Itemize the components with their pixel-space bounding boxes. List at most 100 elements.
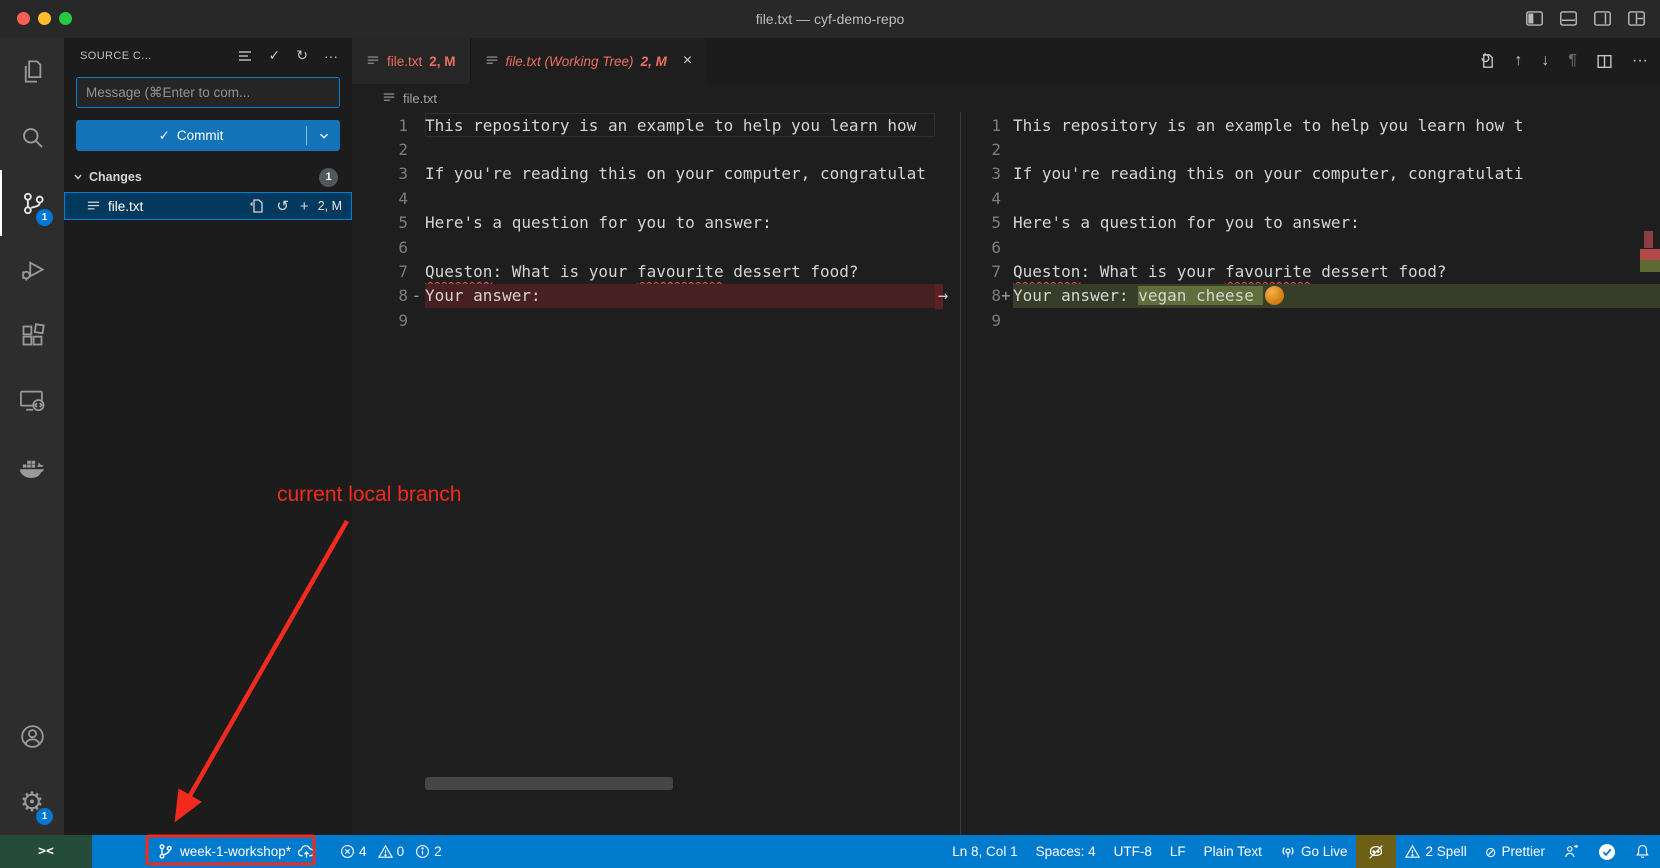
error-icon [340,844,355,859]
git-branch-icon [157,843,174,860]
code-line: 6 [352,235,935,259]
eol-sequence[interactable]: LF [1161,835,1195,868]
warning-icon [378,844,393,859]
tab-file-txt[interactable]: file.txt 2, M [352,38,471,84]
remote-indicator[interactable]: >< [0,835,92,868]
files-icon [19,58,46,85]
commit-dropdown-button[interactable] [307,120,340,151]
changes-section-header[interactable]: Changes 1 [64,165,352,189]
chevron-down-icon [70,169,86,185]
feedback[interactable] [1554,835,1589,868]
minimize-window-button[interactable] [38,12,51,25]
changed-file-name: file.txt [108,199,242,214]
branch-name: week-1-workshop* [180,844,291,859]
ruler-marker [1640,249,1660,260]
text-file-icon [86,199,101,214]
code-line: 1This repository is an example to help y… [352,113,935,137]
commit-button-label: Commit [177,128,224,143]
code-line: 3If you're reading this on your computer… [961,162,1660,186]
code-line: 4 [961,186,1660,210]
commit-button[interactable]: ✓ Commit [76,120,340,151]
maximize-window-button[interactable] [59,12,72,25]
diff-modified-pane[interactable]: 1This repository is an example to help y… [961,112,1660,835]
activity-settings[interactable]: ⚙ 1 [0,769,64,835]
breadcrumb[interactable]: file.txt [352,84,1660,112]
open-file-icon[interactable] [249,198,265,214]
formatter-prettier[interactable]: ⊘ Prettier [1476,835,1554,868]
activity-extensions[interactable] [0,302,64,368]
activity-explorer[interactable] [0,38,64,104]
copilot-disabled[interactable] [1356,835,1396,868]
indentation[interactable]: Spaces: 4 [1027,835,1105,868]
ruler-marker [1644,231,1653,248]
info-icon [415,844,430,859]
broadcast-icon [1280,844,1296,860]
text-file-icon [366,54,380,68]
code-line: 9 [961,308,1660,332]
activity-run-debug[interactable] [0,236,64,302]
go-live[interactable]: Go Live [1271,835,1357,868]
close-icon[interactable]: × [683,52,692,70]
close-window-button[interactable] [17,12,30,25]
changes-label: Changes [89,170,319,184]
cursor-position[interactable]: Ln 8, Col 1 [943,835,1026,868]
error-count: 4 [359,844,367,859]
tab-label: file.txt (Working Tree) [506,54,634,69]
text-file-icon [485,54,499,68]
refresh-icon[interactable]: ↻ [296,47,308,64]
next-change-icon[interactable]: ↓ [1541,53,1549,69]
code-line: 8-Your answer: [352,284,935,308]
activity-bar: 1 ⚙ 1 [0,38,64,835]
sync-status[interactable] [1589,835,1625,868]
activity-accounts[interactable] [0,703,64,769]
info-count: 2 [434,844,442,859]
code-line: 5Here's a question for you to answer: [352,211,935,235]
overview-ruler[interactable] [1640,112,1660,835]
code-line: 7Queston: What is your favourite dessert… [352,259,935,283]
code-line: 2 [961,137,1660,161]
more-actions-icon[interactable]: ··· [1632,53,1648,69]
discard-changes-icon[interactable]: ↺ [276,197,289,215]
title-bar: file.txt — cyf-demo-repo [0,0,1660,38]
code-line: 3If you're reading this on your computer… [352,162,935,186]
code-line: 7Queston: What is your favourite dessert… [961,259,1660,283]
toggle-panel-icon[interactable] [1559,9,1578,28]
revert-arrow-icon[interactable]: → [938,286,948,306]
notifications[interactable] [1625,835,1660,868]
diff-editor: 1This repository is an example to help y… [352,112,1660,835]
circle-slash-icon: ⊘ [1485,845,1497,859]
toggle-primary-sidebar-icon[interactable] [1525,9,1544,28]
sidebar-title: SOURCE C... [80,50,237,62]
annotation-label: current local branch [277,483,461,507]
problems-indicator[interactable]: 4 0 2 [331,835,458,868]
open-changes-icon[interactable] [1477,52,1495,70]
toggle-secondary-sidebar-icon[interactable] [1593,9,1612,28]
spell-checker[interactable]: 2 Spell [1396,835,1475,868]
more-actions-icon[interactable]: ··· [324,48,338,64]
horizontal-scrollbar[interactable] [425,777,673,790]
encoding[interactable]: UTF-8 [1105,835,1161,868]
code-line: 8+Your answer: vegan cheese 🧀 [961,284,1660,308]
activity-source-control[interactable]: 1 [0,170,64,236]
activity-search[interactable] [0,104,64,170]
split-editor-icon[interactable] [1596,53,1613,70]
commit-message-input[interactable]: Message (⌘Enter to com... [76,77,340,108]
changed-file-row[interactable]: file.txt ↺ + 2, M [64,192,352,220]
activity-docker[interactable] [0,434,64,500]
commit-action-icon[interactable]: ✓ [269,47,281,64]
code-line: 5Here's a question for you to answer: [961,211,1660,235]
previous-change-icon[interactable]: ↑ [1514,53,1522,69]
tab-bar: file.txt 2, M file.txt (Working Tree) 2,… [352,38,1660,84]
view-as-list-icon[interactable] [237,48,253,64]
stage-changes-icon[interactable]: + [300,198,309,215]
commit-message-placeholder: Message (⌘Enter to com... [86,85,250,101]
tab-file-txt-working-tree[interactable]: file.txt (Working Tree) 2, M × [471,38,707,84]
customize-layout-icon[interactable] [1627,9,1646,28]
whitespace-toggle-icon[interactable]: ¶ [1568,53,1577,69]
window-title: file.txt — cyf-demo-repo [756,11,905,27]
activity-remote-explorer[interactable] [0,368,64,434]
warning-count: 0 [397,844,405,859]
branch-indicator[interactable]: week-1-workshop* [148,835,325,868]
diff-original-pane[interactable]: 1This repository is an example to help y… [352,112,935,835]
language-mode[interactable]: Plain Text [1195,835,1271,868]
